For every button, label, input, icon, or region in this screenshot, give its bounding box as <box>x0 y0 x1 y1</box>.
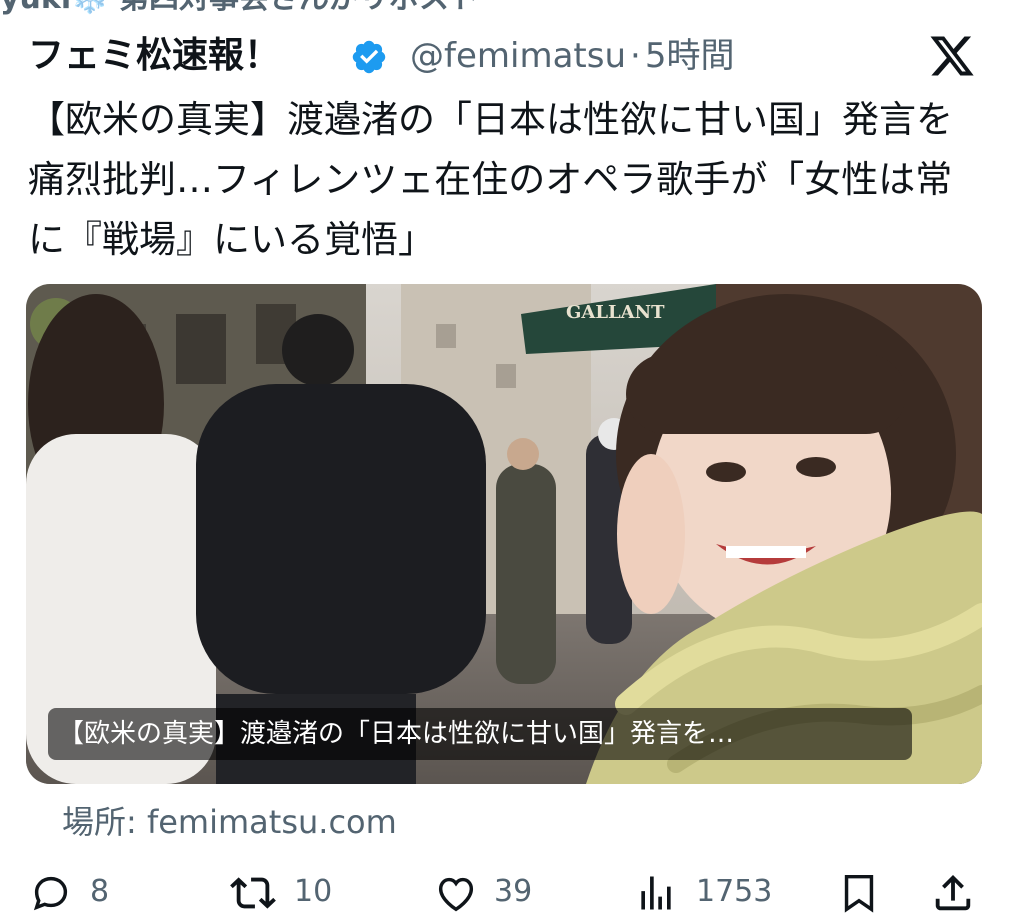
share-button[interactable] <box>930 862 980 922</box>
bookmark-icon <box>844 874 874 913</box>
like-button[interactable]: 39 <box>432 862 572 922</box>
x-logo-icon[interactable] <box>928 32 976 80</box>
tweet-header: フェミ松速報！ @femimatsu · 5時間 <box>28 30 982 86</box>
verified-badge-icon <box>352 40 386 74</box>
view-count: 1753 <box>696 874 773 909</box>
handle-and-time[interactable]: @femimatsu · 5時間 <box>410 30 734 82</box>
like-count: 39 <box>494 874 533 909</box>
reply-count: 8 <box>90 874 110 909</box>
repost-header-text: yuki❄️ 第四対事会さんがリポスト <box>0 0 479 16</box>
author-handle: @femimatsu <box>410 36 627 76</box>
link-card[interactable]: GALLANT 【欧米の真実】渡邉渚の「日本は性欲に甘い国」発言を… <box>26 284 982 784</box>
tweet-text: 【欧米の真実】渡邉渚の「日本は性欲に甘い国」発言を痛烈批判…フィレンツェ在住のオ… <box>28 98 953 261</box>
author-name[interactable]: フェミ松速報！ <box>28 30 280 82</box>
repost-header[interactable]: yuki❄️ 第四対事会さんがリポスト <box>0 0 1010 16</box>
timestamp: 5時間 <box>644 36 735 76</box>
source-prefix: 場所: <box>62 803 137 841</box>
share-icon <box>935 874 971 911</box>
reply-button[interactable]: 8 <box>28 862 138 922</box>
repost-icon <box>230 877 276 909</box>
sign-text: GALLANT <box>566 302 665 323</box>
repost-button[interactable]: 10 <box>228 862 368 922</box>
views-button[interactable]: 1753 <box>634 862 804 922</box>
like-icon <box>438 877 474 912</box>
source-domain: femimatsu.com <box>146 803 397 841</box>
repost-count: 10 <box>294 874 333 909</box>
views-icon <box>641 876 671 910</box>
separator-dot: · <box>630 36 641 76</box>
reply-icon <box>33 876 68 911</box>
card-title-overlay: 【欧米の真実】渡邉渚の「日本は性欲に甘い国」発言を… <box>48 708 912 760</box>
card-source[interactable]: 場所: femimatsu.com <box>62 800 397 844</box>
bookmark-button[interactable] <box>836 862 886 922</box>
action-bar: 8 10 39 1753 <box>0 862 1010 922</box>
